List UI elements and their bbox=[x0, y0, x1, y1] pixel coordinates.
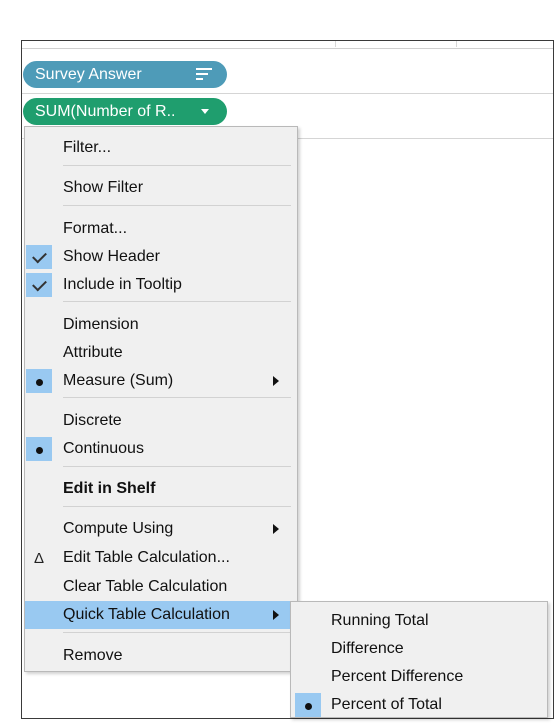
submenu-arrow-icon bbox=[273, 524, 279, 534]
submenu-item-percent-difference[interactable]: Percent Difference bbox=[291, 663, 547, 691]
pill-label: SUM(Number of R.. bbox=[35, 103, 176, 120]
menu-item-dimension[interactable]: Dimension bbox=[25, 311, 297, 339]
menu-item-label: Compute Using bbox=[63, 520, 174, 537]
menu-item-label: Quick Table Calculation bbox=[63, 606, 230, 623]
radio-bullet-icon bbox=[26, 437, 52, 461]
menu-item-include-in-tooltip[interactable]: Include in Tooltip bbox=[25, 271, 297, 299]
menu-item-show-filter[interactable]: Show Filter bbox=[25, 174, 297, 202]
menu-item-label: Percent Difference bbox=[331, 668, 464, 685]
delta-icon: Δ bbox=[33, 550, 45, 567]
menu-item-filter[interactable]: Filter... bbox=[25, 134, 297, 162]
radio-bullet-icon bbox=[295, 693, 321, 717]
menu-item-edit-in-shelf[interactable]: Edit in Shelf bbox=[25, 475, 297, 503]
menu-separator bbox=[63, 632, 291, 633]
pill-context-menu: Filter... Show Filter Format... Show Hea… bbox=[24, 126, 298, 672]
menu-item-clear-table-calculation[interactable]: Clear Table Calculation bbox=[25, 573, 297, 601]
menu-item-compute-using[interactable]: Compute Using bbox=[25, 515, 297, 543]
pill-label: Survey Answer bbox=[35, 66, 142, 83]
menu-item-label: Show Filter bbox=[63, 179, 144, 196]
menu-item-format[interactable]: Format... bbox=[25, 215, 297, 243]
menu-item-remove[interactable]: Remove bbox=[25, 642, 297, 670]
menu-item-label: Format... bbox=[63, 220, 128, 237]
menu-item-label: Show Header bbox=[63, 248, 160, 265]
rows-shelf: Survey Answer bbox=[22, 48, 553, 94]
sum-number-of-records-pill[interactable]: SUM(Number of R.. bbox=[23, 98, 227, 125]
submenu-arrow-icon bbox=[273, 376, 279, 386]
menu-item-label: Include in Tooltip bbox=[63, 276, 182, 293]
quick-table-calculation-submenu: Running Total Difference Percent Differe… bbox=[290, 601, 548, 718]
menu-item-edit-table-calculation[interactable]: Δ Edit Table Calculation... bbox=[25, 544, 297, 572]
checkmark-icon bbox=[26, 245, 52, 269]
menu-item-label: Edit in Shelf bbox=[63, 480, 156, 497]
submenu-item-running-total[interactable]: Running Total bbox=[291, 607, 547, 635]
menu-item-quick-table-calculation[interactable]: Quick Table Calculation bbox=[25, 601, 291, 629]
menu-item-label: Attribute bbox=[63, 344, 123, 361]
menu-item-label: Running Total bbox=[331, 612, 429, 629]
menu-separator bbox=[63, 165, 291, 166]
submenu-arrow-icon bbox=[273, 610, 279, 620]
menu-item-label: Difference bbox=[331, 640, 404, 657]
sort-icon bbox=[196, 68, 212, 82]
menu-item-label: Continuous bbox=[63, 440, 144, 457]
menu-separator bbox=[63, 301, 291, 302]
menu-separator bbox=[63, 397, 291, 398]
menu-item-label: Clear Table Calculation bbox=[63, 578, 228, 595]
survey-answer-pill[interactable]: Survey Answer bbox=[23, 61, 227, 88]
menu-item-show-header[interactable]: Show Header bbox=[25, 243, 297, 271]
menu-item-label: Percent of Total bbox=[331, 696, 442, 713]
menu-separator bbox=[63, 466, 291, 467]
chevron-down-icon[interactable] bbox=[201, 109, 209, 114]
menu-item-attribute[interactable]: Attribute bbox=[25, 339, 297, 367]
checkmark-icon bbox=[26, 273, 52, 297]
shelf-divider bbox=[335, 41, 336, 47]
menu-item-label: Discrete bbox=[63, 412, 122, 429]
radio-bullet-icon bbox=[26, 369, 52, 393]
menu-item-discrete[interactable]: Discrete bbox=[25, 407, 297, 435]
menu-separator bbox=[63, 506, 291, 507]
shelf-divider bbox=[456, 41, 457, 47]
menu-item-measure-sum[interactable]: Measure (Sum) bbox=[25, 367, 297, 395]
menu-item-label: Measure (Sum) bbox=[63, 372, 174, 389]
menu-item-label: Remove bbox=[63, 647, 123, 664]
menu-item-label: Dimension bbox=[63, 316, 139, 333]
menu-separator bbox=[63, 205, 291, 206]
submenu-item-difference[interactable]: Difference bbox=[291, 635, 547, 663]
menu-item-label: Edit Table Calculation... bbox=[63, 549, 230, 566]
menu-item-label: Filter... bbox=[63, 139, 112, 156]
submenu-item-percent-of-total[interactable]: Percent of Total bbox=[291, 691, 547, 719]
menu-item-continuous[interactable]: Continuous bbox=[25, 435, 297, 463]
